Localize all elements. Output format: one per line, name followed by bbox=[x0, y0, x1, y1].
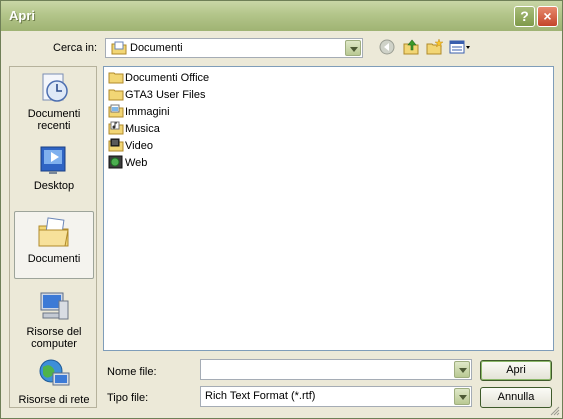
place-my-computer[interactable]: Risorse del computer bbox=[14, 289, 94, 353]
help-button[interactable]: ? bbox=[514, 6, 535, 27]
place-label: Documenti bbox=[27, 108, 81, 120]
file-name: Musica bbox=[125, 123, 160, 135]
list-item[interactable]: GTA3 User Files bbox=[108, 87, 205, 103]
network-icon bbox=[39, 359, 70, 386]
open-dialog: Apri ? × Cerca in: Documenti Documenti r… bbox=[0, 0, 563, 419]
filetype-dropdown-button[interactable] bbox=[454, 388, 470, 405]
title-bar[interactable]: Apri ? × bbox=[1, 1, 562, 31]
folder-icon bbox=[108, 89, 124, 101]
place-label-line2: recenti bbox=[37, 120, 71, 132]
filetype-label: Tipo file: bbox=[107, 392, 149, 404]
list-item[interactable]: Video bbox=[108, 138, 153, 154]
filetype-combo[interactable]: Rich Text Format (*.rtf) bbox=[200, 386, 472, 407]
list-item[interactable]: Musica bbox=[108, 121, 160, 137]
window-title: Apri bbox=[9, 8, 35, 23]
place-label: Desktop bbox=[33, 180, 75, 192]
place-label: Documenti bbox=[27, 253, 81, 265]
place-label: Risorse di rete bbox=[18, 394, 90, 406]
my-documents-icon bbox=[38, 217, 69, 247]
place-label-line2: computer bbox=[31, 338, 77, 350]
file-name: Immagini bbox=[125, 106, 170, 118]
my-computer-icon bbox=[40, 292, 69, 320]
recent-documents-icon bbox=[42, 73, 68, 102]
web-folder-icon bbox=[108, 155, 123, 169]
place-label: Risorse del bbox=[26, 326, 82, 338]
cancel-button[interactable]: Annulla bbox=[480, 387, 552, 408]
filetype-value: Rich Text Format (*.rtf) bbox=[205, 390, 316, 402]
place-my-documents[interactable]: Documenti bbox=[14, 211, 94, 279]
pictures-folder-icon bbox=[108, 104, 124, 118]
file-name: Video bbox=[125, 140, 153, 152]
place-recent-documents[interactable]: Documenti recenti bbox=[14, 71, 94, 133]
dialog-body: Cerca in: Documenti Documenti recenti De… bbox=[5, 31, 558, 416]
view-menu-icon[interactable] bbox=[449, 39, 471, 55]
filename-dropdown-button[interactable] bbox=[454, 361, 470, 378]
places-bar: Documenti recenti Desktop Documenti Riso… bbox=[9, 66, 97, 408]
lookin-label: Cerca in: bbox=[53, 42, 98, 54]
place-desktop[interactable]: Desktop bbox=[14, 143, 94, 195]
list-item[interactable]: Immagini bbox=[108, 104, 170, 120]
filename-combo[interactable] bbox=[200, 359, 472, 380]
place-network[interactable]: Risorse di rete bbox=[14, 357, 94, 407]
back-icon[interactable] bbox=[379, 39, 395, 55]
my-documents-icon bbox=[111, 41, 127, 55]
folder-icon bbox=[108, 72, 124, 84]
file-name: Documenti Office bbox=[125, 72, 210, 84]
resize-grip-icon[interactable] bbox=[550, 406, 560, 416]
filename-label: Nome file: bbox=[107, 366, 157, 378]
open-button[interactable]: Apri bbox=[480, 360, 552, 381]
file-name: Web bbox=[125, 157, 148, 169]
list-item[interactable]: Web bbox=[108, 155, 147, 171]
new-folder-icon[interactable] bbox=[426, 39, 443, 55]
lookin-combo[interactable]: Documenti bbox=[105, 38, 363, 58]
desktop-icon bbox=[40, 146, 66, 174]
close-button[interactable]: × bbox=[537, 6, 558, 27]
music-folder-icon bbox=[108, 121, 124, 135]
file-list[interactable]: Documenti Office GTA3 User Files Immagin… bbox=[103, 66, 554, 351]
lookin-dropdown-button[interactable] bbox=[345, 40, 361, 56]
up-folder-icon[interactable] bbox=[403, 39, 419, 55]
lookin-value: Documenti bbox=[130, 42, 183, 54]
video-folder-icon bbox=[108, 138, 124, 152]
list-item[interactable]: Documenti Office bbox=[108, 70, 209, 86]
file-name: GTA3 User Files bbox=[125, 89, 206, 101]
